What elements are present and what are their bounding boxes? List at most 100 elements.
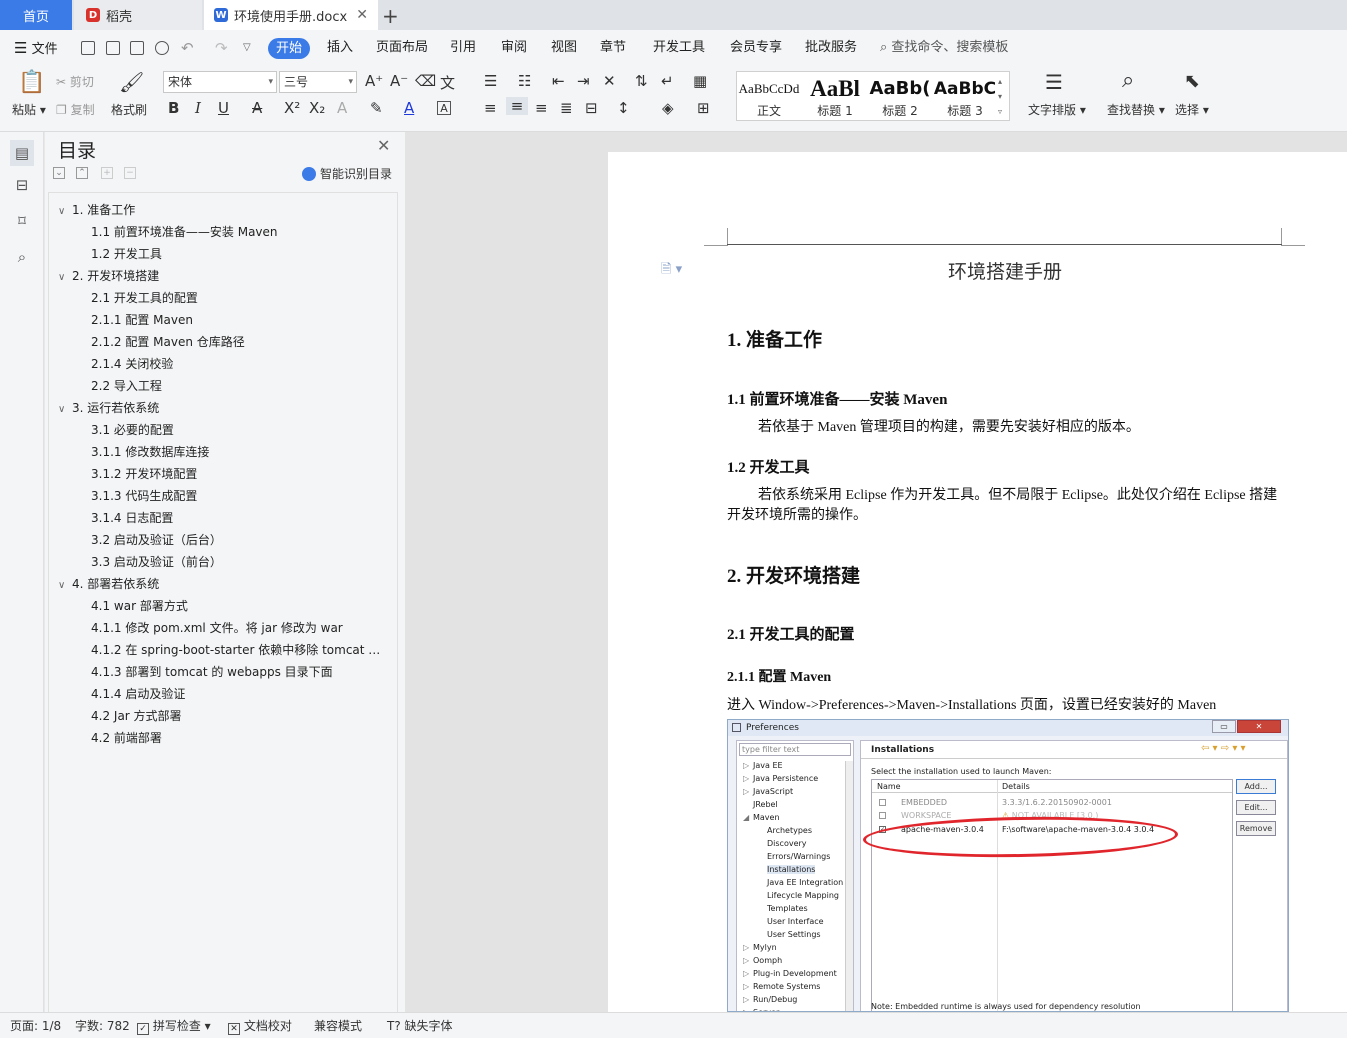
menu-correction[interactable]: 批改服务 [805,30,857,66]
toc-item[interactable]: 4.1.3 部署到 tomcat 的 webapps 目录下面 [91,661,333,683]
show-marks-icon[interactable]: ↵ [661,72,674,90]
table-grid-icon[interactable]: ▦ [693,72,707,90]
paste-button[interactable]: 粘贴 ▾ [12,101,46,118]
highlight-icon[interactable]: ✎ [370,99,383,117]
toc-item[interactable]: 3.1.4 日志配置 [91,507,173,529]
copy-button[interactable]: ❐ 复制 [56,101,95,118]
align-center-icon[interactable]: ≡ [506,97,528,115]
toc-item[interactable]: 2.1.4 关闭校验 [91,353,173,375]
menu-page-layout[interactable]: 页面布局 [376,30,428,66]
toc-item[interactable]: 4.1 war 部署方式 [91,595,188,617]
menu-start[interactable]: 开始 [268,38,310,59]
text-layout-button[interactable]: 文字排版 ▾ [1028,101,1086,118]
toc-item[interactable]: 3.1.2 开发环境配置 [91,463,197,485]
menu-review[interactable]: 审阅 [501,30,527,66]
close-tab-icon[interactable]: ✕ [356,7,368,23]
select-button[interactable]: 选择 ▾ [1175,101,1209,118]
style-heading2[interactable]: AaBb(标题 2 [868,72,932,120]
search-icon[interactable]: ⌕ [12,248,32,268]
phonetic-icon[interactable]: 文 [440,72,455,93]
char-border-icon[interactable]: A [437,101,451,115]
format-painter-button[interactable]: 格式刷 [111,101,147,118]
superscript-icon[interactable]: X² [284,99,300,117]
sort-icon[interactable]: ⇅ [635,72,648,90]
style-heading1[interactable]: AaBl 标题 1 [803,72,867,120]
decrease-font-icon[interactable]: A⁻ [390,72,408,90]
new-tab-button[interactable]: + [382,4,399,28]
text-effect-icon[interactable]: A [337,99,347,117]
toc-item[interactable]: ∨ 3. 运行若依系统 [58,397,159,419]
print-preview-icon[interactable] [155,41,169,55]
chevron-down-icon[interactable]: ∨ [58,201,72,223]
word-count[interactable]: 字数: 782 [75,1013,130,1038]
justify-icon[interactable]: ≣ [560,99,573,117]
toc-item[interactable]: 4.2 前端部署 [91,727,162,749]
toc-item[interactable]: ∨ 2. 开发环境搭建 [58,265,159,287]
chapter-nav-icon[interactable]: ⊟ [12,176,32,196]
borders-icon[interactable]: ⊞ [697,99,710,117]
remove-level-icon[interactable]: − [124,167,136,179]
toc-item[interactable]: 2.1 开发工具的配置 [91,287,198,309]
toc-item[interactable]: 4.1.1 修改 pom.xml 文件。将 jar 修改为 war [91,617,343,639]
paste-icon[interactable]: 📋 [18,70,45,95]
shading-icon[interactable]: ◈ [662,99,674,117]
close-icon[interactable]: ✕ [377,136,390,155]
save-icon[interactable] [81,41,95,55]
menu-references[interactable]: 引用 [450,30,476,66]
clear-format-icon[interactable]: ⌫ [415,72,436,90]
collapse-all-icon[interactable]: ⌄ [53,167,65,179]
toc-item[interactable]: 2.1.1 配置 Maven [91,309,193,331]
expand-all-icon[interactable]: ⌃ [76,167,88,179]
paragraph-options-icon[interactable]: 🗎 ▾ [661,260,682,282]
menu-chapter[interactable]: 章节 [600,30,626,66]
undo-icon[interactable]: ↶ [181,30,194,66]
font-color-icon[interactable]: A [404,99,414,117]
style-gallery-scroll[interactable]: ▴ ▾ ▿ [998,74,1002,119]
tab-document[interactable]: W 环境使用手册.docx ✕ [204,0,378,30]
text-layout-icon[interactable]: ☰ [1045,70,1063,94]
menu-developer-tools[interactable]: 开发工具 [653,30,705,66]
spell-check-button[interactable]: ✓ 拼写检查 ▾ [137,1013,211,1038]
font-size-select[interactable]: 三号 ▾ [279,71,357,93]
tab-home[interactable]: 首页 [0,0,72,30]
toc-item[interactable]: 1.2 开发工具 [91,243,162,265]
toc-item[interactable]: 3.1.3 代码生成配置 [91,485,197,507]
distribute-icon[interactable]: ⊟ [585,99,598,117]
toc-item[interactable]: 3.2 启动及验证（后台） [91,529,222,551]
format-painter-icon[interactable]: 🖌 [119,70,144,94]
style-heading3[interactable]: AaBbC 标题 3 [933,72,997,120]
align-right-icon[interactable]: ≡ [535,99,548,117]
toc-item[interactable]: 4.1.2 在 spring-boot-starter 依赖中移除 tomcat… [91,639,380,661]
command-search[interactable]: ⌕ 查找命令、搜索模板 [880,30,1008,66]
file-menu[interactable]: ☰ 文件 [14,30,58,66]
numbering-icon[interactable]: ☷ [518,72,531,90]
tab-daoke[interactable]: D 稻壳 [74,0,202,30]
bookmark-icon[interactable]: ⌑ [12,212,32,232]
menu-view[interactable]: 视图 [551,30,577,66]
chinese-layout-icon[interactable]: ✕ [603,72,616,90]
toc-item[interactable]: ∨ 1. 准备工作 [58,199,135,221]
toc-item[interactable]: 2.1.2 配置 Maven 仓库路径 [91,331,245,353]
toc-item[interactable]: 3.3 启动及验证（前台） [91,551,222,573]
chevron-down-icon[interactable]: ∨ [58,575,72,597]
find-replace-button[interactable]: 查找替换 ▾ [1107,101,1165,118]
add-level-icon[interactable]: + [101,167,113,179]
embedded-screenshot[interactable]: Preferences ▭ ✕ type filter text Java EE… [727,719,1289,1012]
subscript-icon[interactable]: X₂ [309,99,325,117]
missing-font-button[interactable]: T? 缺失字体 [387,1013,453,1038]
cursor-icon[interactable]: ⬉ [1184,70,1200,92]
underline-icon[interactable]: U [218,99,229,117]
redo-icon[interactable]: ↷ [215,30,228,66]
bullets-icon[interactable]: ☰ [484,72,497,90]
style-normal[interactable]: AaBbCcDd 正文 [737,72,801,120]
toc-item[interactable]: 4.1.4 启动及验证 [91,683,185,705]
bold-icon[interactable]: B [168,99,179,117]
export-pdf-icon[interactable] [106,41,120,55]
print-icon[interactable] [130,41,144,55]
menu-insert[interactable]: 插入 [327,30,353,66]
italic-icon[interactable]: I [195,99,201,117]
increase-font-icon[interactable]: A⁺ [365,72,383,90]
toc-item[interactable]: 2.2 导入工程 [91,375,162,397]
strikethrough-icon[interactable]: A [252,99,262,117]
document-page[interactable]: 🗎 ▾ 环境搭建手册 1. 准备工作 1.1 前置环境准备——安装 Maven … [608,152,1347,1012]
